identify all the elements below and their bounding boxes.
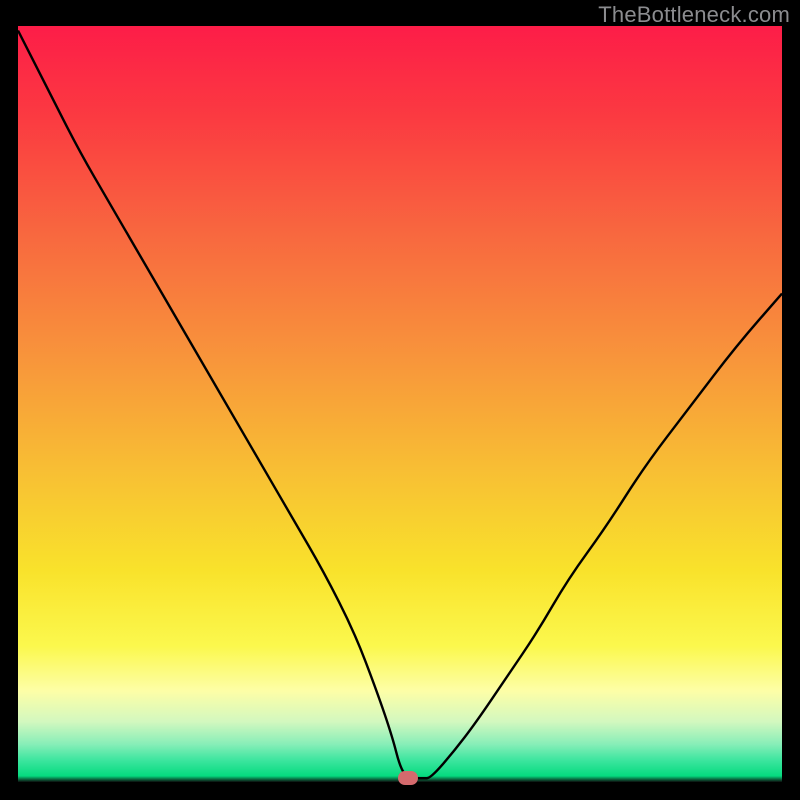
bottleneck-chart — [18, 26, 782, 782]
chart-frame: TheBottleneck.com — [0, 0, 800, 800]
chart-background — [18, 26, 782, 782]
optimal-point-marker — [398, 771, 418, 785]
watermark-text: TheBottleneck.com — [598, 2, 790, 28]
